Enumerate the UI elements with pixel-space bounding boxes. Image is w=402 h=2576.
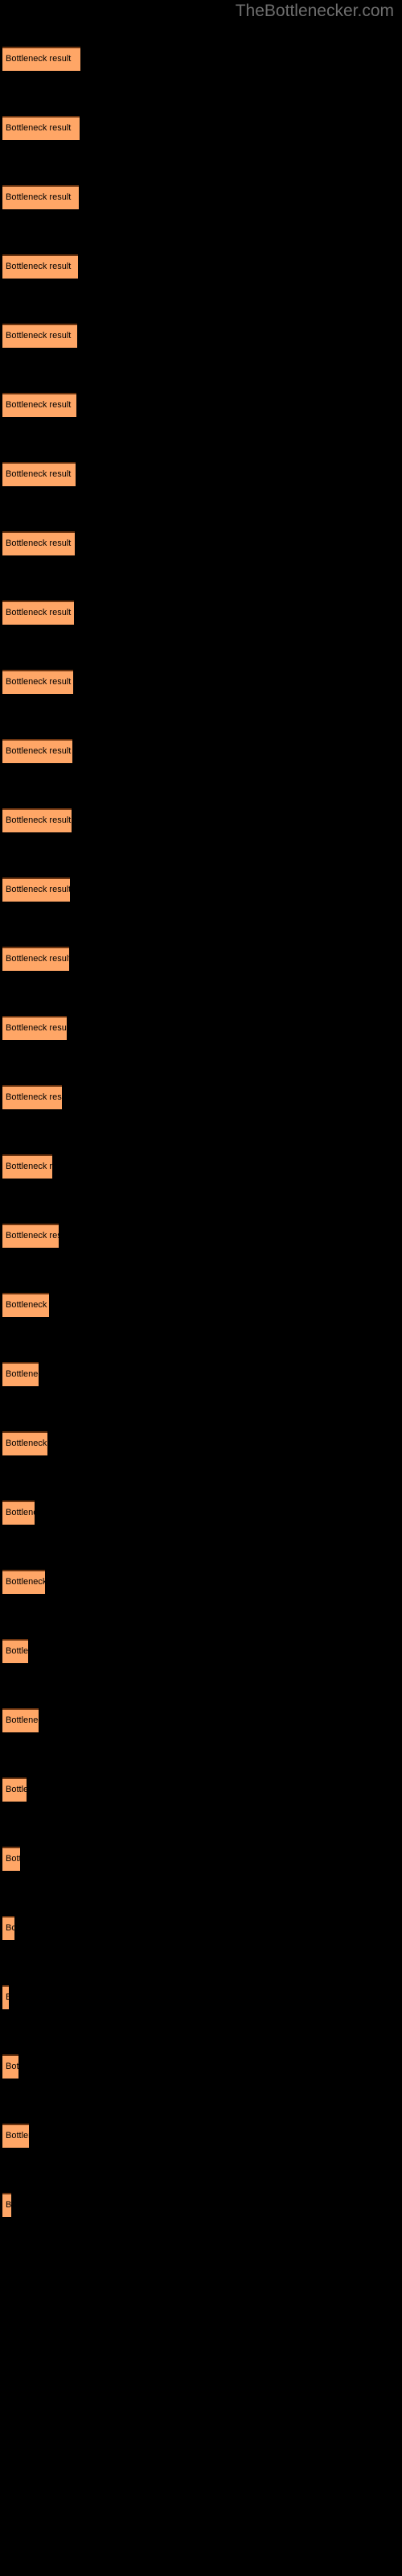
bar-row[interactable]: Bottleneck result	[2, 601, 74, 625]
bar-label: Bottleneck result	[6, 677, 72, 687]
bar-label: Bottleneck result	[6, 1577, 45, 1587]
bar-label: Bottleneck result	[6, 1715, 39, 1725]
bar-label: Bottleneck result	[6, 539, 72, 548]
bar-row[interactable]: Bottleneck result	[2, 1362, 39, 1386]
bar-row[interactable]: Bottleneck result	[2, 462, 76, 486]
bar-label: Bottleneck result	[6, 469, 72, 479]
bar-label: Bottleneck result	[6, 1508, 35, 1517]
bar-row[interactable]: Bottleneck result	[2, 116, 80, 140]
bar-row[interactable]: Bottleneck result	[2, 1570, 45, 1594]
bar-row[interactable]: Bottleneck result	[2, 1431, 47, 1455]
bar-row[interactable]: Bottleneck result	[2, 2124, 29, 2148]
bar-row[interactable]: Bottleneck result	[2, 1985, 9, 2009]
bar-row[interactable]: Bottleneck result	[2, 1501, 35, 1525]
bar-row[interactable]: Bottleneck result	[2, 947, 69, 971]
bar-label: Bottleneck result	[6, 1023, 67, 1033]
bar-row[interactable]: Bottleneck result	[2, 1708, 39, 1732]
chart-page: TheBottlenecker.com Bottleneck result Bot…	[0, 0, 402, 2576]
bar-label: Bottleneck result	[6, 192, 72, 202]
bar-row[interactable]: Bottleneck result	[2, 1847, 20, 1871]
bar-label: Bottleneck result	[6, 608, 72, 617]
bar-row[interactable]: Bottleneck result	[2, 1916, 14, 1940]
bar-row[interactable]: Bottleneck result	[2, 739, 72, 763]
bar-row[interactable]: Bottleneck result	[2, 1639, 28, 1663]
bar-chart-plot-area: Bottleneck result Bottleneck result Bottle…	[0, 0, 402, 2576]
bar-label: Bottleneck result	[6, 815, 72, 825]
bar-label: Bottleneck result	[6, 262, 72, 271]
bar-row[interactable]: Bottleneck result	[2, 393, 76, 417]
bar-row[interactable]: Bottleneck result	[2, 531, 75, 555]
bar-label: Bottleneck result	[6, 1646, 28, 1656]
bar-label: Bottleneck result	[6, 885, 70, 894]
bar-label: Bottleneck result	[6, 746, 72, 756]
bar-row[interactable]: Bottleneck result	[2, 254, 78, 279]
bar-label: Bottleneck result	[6, 2062, 18, 2071]
bar-label: Bottleneck result	[6, 1439, 47, 1448]
bar-row[interactable]: Bottleneck result	[2, 1777, 27, 1802]
bar-row[interactable]: Bottleneck result	[2, 47, 80, 71]
bar-label: Bottleneck result	[6, 1785, 27, 1794]
bar-row[interactable]: Bottleneck result	[2, 670, 73, 694]
bar-label: Bottleneck result	[6, 1231, 59, 1241]
bar-row[interactable]: Bottleneck result	[2, 877, 70, 902]
bar-label: Bottleneck result	[6, 954, 69, 964]
bar-row[interactable]: Bottleneck result	[2, 1224, 59, 1248]
bar-label: Bottleneck result	[6, 1854, 20, 1864]
bar-label: Bottleneck result	[6, 2200, 11, 2210]
bar-label: Bottleneck result	[6, 1092, 62, 1102]
bar-label: Bottleneck result	[6, 2131, 29, 2140]
bar-row[interactable]: Bottleneck result	[2, 324, 77, 348]
bar-row[interactable]: Bottleneck result	[2, 2054, 18, 2079]
bar-label: Bottleneck result	[6, 123, 72, 133]
bar-row[interactable]: Bottleneck result	[2, 1085, 62, 1109]
bar-label: Bottleneck result	[6, 1162, 52, 1171]
bar-label: Bottleneck result	[6, 1300, 49, 1310]
bar-label: Bottleneck result	[6, 54, 72, 64]
bar-label: Bottleneck result	[6, 1369, 39, 1379]
bar-row[interactable]: Bottleneck result	[2, 2193, 11, 2217]
bar-row[interactable]: Bottleneck result	[2, 1154, 52, 1179]
bar-label: Bottleneck result	[6, 1992, 9, 2002]
bar-row[interactable]: Bottleneck result	[2, 1016, 67, 1040]
bar-row[interactable]: Bottleneck result	[2, 1293, 49, 1317]
bar-label: Bottleneck result	[6, 331, 72, 341]
bar-label: Bottleneck result	[6, 1923, 14, 1933]
bar-label: Bottleneck result	[6, 400, 72, 410]
bar-row[interactable]: Bottleneck result	[2, 808, 72, 832]
bar-row[interactable]: Bottleneck result	[2, 185, 79, 209]
